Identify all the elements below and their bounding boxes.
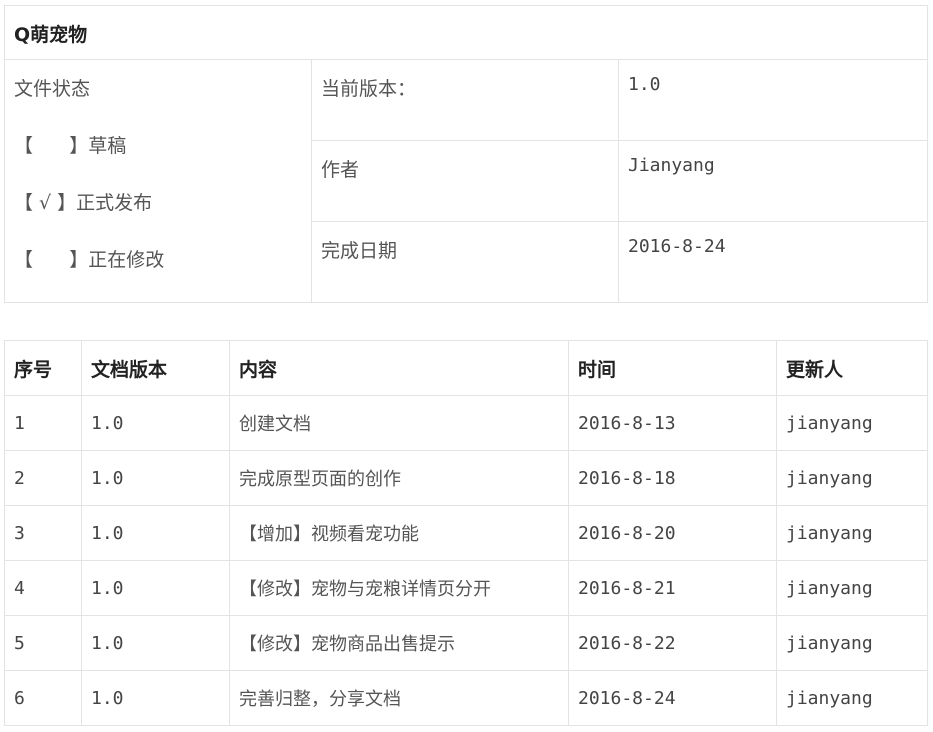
row-date: 2016-8-20 — [568, 505, 777, 561]
row-updater: jianyang — [776, 450, 928, 506]
row-version: 1.0 — [81, 505, 230, 561]
row-version: 1.0 — [81, 615, 230, 671]
header-version: 文档版本 — [81, 340, 230, 396]
table-row: 6 1.0 完善归整，分享文档 2016-8-24 jianyang — [4, 670, 928, 726]
table-header-row: 序号 文档版本 内容 时间 更新人 — [4, 340, 928, 396]
document-title: Q萌宠物 — [4, 5, 928, 60]
author-value: Jianyang — [618, 140, 928, 222]
row-content: 完成原型页面的创作 — [229, 450, 569, 506]
header-time: 时间 — [568, 340, 777, 396]
table-row: 1 1.0 创建文档 2016-8-13 jianyang — [4, 395, 928, 451]
status-option-revising: 【 】正在修改 — [14, 249, 165, 271]
row-no: 6 — [4, 670, 82, 726]
row-date: 2016-8-22 — [568, 615, 777, 671]
table-row: 2 1.0 完成原型页面的创作 2016-8-18 jianyang — [4, 450, 928, 506]
row-date: 2016-8-21 — [568, 560, 777, 616]
row-date: 2016-8-13 — [568, 395, 777, 451]
document-info-table: Q萌宠物 文件状态 【 】草稿 【 √ 】正式发布 【 】正在修改 当前版本： … — [4, 5, 928, 303]
row-no: 3 — [4, 505, 82, 561]
row-version: 1.0 — [81, 670, 230, 726]
row-updater: jianyang — [776, 560, 928, 616]
author-label: 作者 — [311, 140, 619, 222]
header-content: 内容 — [229, 340, 569, 396]
file-status-heading: 文件状态 — [14, 78, 91, 100]
row-content: 【修改】宠物商品出售提示 — [229, 615, 569, 671]
row-updater: jianyang — [776, 615, 928, 671]
status-option-draft: 【 】草稿 — [14, 135, 127, 157]
completion-date-label: 完成日期 — [311, 221, 619, 303]
row-content: 【修改】宠物与宠粮详情页分开 — [229, 560, 569, 616]
row-content: 创建文档 — [229, 395, 569, 451]
file-status-cell: 文件状态 【 】草稿 【 √ 】正式发布 【 】正在修改 — [4, 59, 312, 303]
header-no: 序号 — [4, 340, 82, 396]
version-value: 1.0 — [618, 59, 928, 141]
row-no: 1 — [4, 395, 82, 451]
row-date: 2016-8-24 — [568, 670, 777, 726]
table-row: 3 1.0 【增加】视频看宠功能 2016-8-20 jianyang — [4, 505, 928, 561]
row-no: 4 — [4, 560, 82, 616]
completion-date-value: 2016-8-24 — [618, 221, 928, 303]
row-content: 完善归整，分享文档 — [229, 670, 569, 726]
version-label: 当前版本： — [311, 59, 619, 141]
row-updater: jianyang — [776, 670, 928, 726]
row-version: 1.0 — [81, 560, 230, 616]
row-updater: jianyang — [776, 505, 928, 561]
row-content: 【增加】视频看宠功能 — [229, 505, 569, 561]
row-date: 2016-8-18 — [568, 450, 777, 506]
table-row: 5 1.0 【修改】宠物商品出售提示 2016-8-22 jianyang — [4, 615, 928, 671]
row-no: 5 — [4, 615, 82, 671]
status-option-published: 【 √ 】正式发布 — [14, 192, 153, 214]
table-row: 4 1.0 【修改】宠物与宠粮详情页分开 2016-8-21 jianyang — [4, 560, 928, 616]
row-version: 1.0 — [81, 395, 230, 451]
row-updater: jianyang — [776, 395, 928, 451]
header-updater: 更新人 — [776, 340, 928, 396]
row-no: 2 — [4, 450, 82, 506]
row-version: 1.0 — [81, 450, 230, 506]
revision-history-table: 序号 文档版本 内容 时间 更新人 1 1.0 创建文档 2016-8-13 j… — [4, 340, 928, 726]
